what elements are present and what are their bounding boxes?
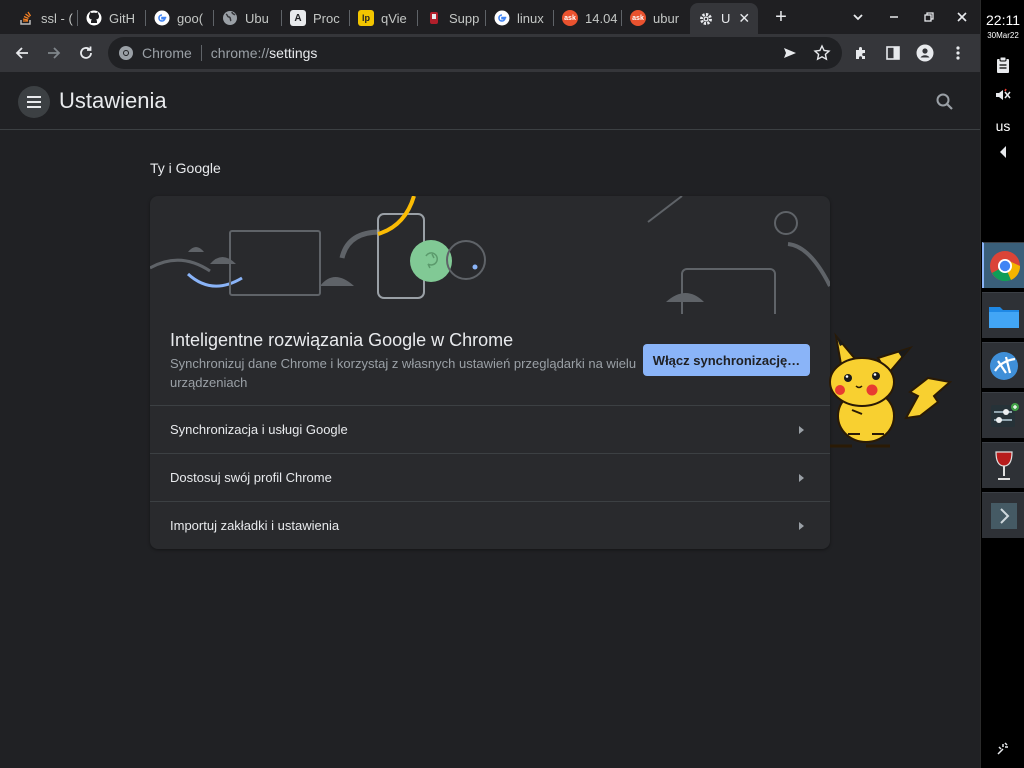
tab-github[interactable]: GitH bbox=[78, 4, 146, 32]
system-panel: 22:11 30Mar22 us bbox=[980, 0, 1024, 768]
more-menu-icon[interactable] bbox=[947, 42, 969, 64]
row-label: Importuj zakładki i ustawienia bbox=[170, 518, 340, 533]
sync-promo-title: Inteligentne rozwiązania Google w Chrome bbox=[170, 330, 514, 350]
hamburger-line bbox=[27, 106, 41, 108]
sync-promo-illustration bbox=[150, 196, 830, 314]
page-title: Ustawienia bbox=[59, 88, 167, 113]
hamburger-line bbox=[27, 96, 41, 98]
tab-support[interactable]: Supp bbox=[418, 4, 486, 32]
chrome-window: ssl - ( GitH goo( Ubu A Proc lp qVie Sup… bbox=[0, 0, 980, 768]
lp-icon: lp bbox=[358, 10, 374, 26]
document-icon bbox=[426, 10, 442, 26]
tab-strip: ssl - ( GitH goo( Ubu A Proc lp qVie Sup… bbox=[0, 0, 980, 34]
side-panel-icon[interactable] bbox=[882, 42, 904, 64]
tab-title: 14.04 bbox=[585, 10, 618, 26]
tab-title: GitH bbox=[109, 10, 135, 26]
turn-on-sync-button[interactable]: Włącz synchronizację… bbox=[643, 344, 810, 376]
arrow-right-icon bbox=[799, 522, 804, 530]
chrome-launcher-icon[interactable] bbox=[982, 242, 1024, 288]
letter-a-icon: A bbox=[290, 10, 306, 26]
askubuntu-icon: ask bbox=[630, 10, 646, 26]
restore-window-button[interactable] bbox=[918, 6, 940, 28]
tab-linux[interactable]: linux bbox=[486, 4, 554, 32]
tab-title: Ubu bbox=[245, 10, 269, 26]
close-window-button[interactable] bbox=[951, 6, 973, 28]
row-label: Dostosuj swój profil Chrome bbox=[170, 470, 332, 485]
tab-title: U bbox=[721, 11, 731, 26]
tab-title: ssl - ( bbox=[41, 10, 73, 26]
main-menu-button[interactable] bbox=[18, 86, 50, 118]
send-to-device-icon[interactable] bbox=[779, 42, 801, 64]
clipboard-icon[interactable] bbox=[991, 54, 1015, 76]
keyboard-layout-indicator[interactable]: us bbox=[981, 118, 1024, 134]
sync-promo-description: Synchronizuj dane Chrome i korzystaj z w… bbox=[170, 356, 637, 390]
tab-askubuntu-1404[interactable]: ask 14.04 bbox=[554, 4, 622, 32]
omnibox-divider bbox=[200, 45, 202, 61]
profile-avatar-icon[interactable] bbox=[914, 42, 936, 64]
tab-settings[interactable]: U ✕ bbox=[690, 3, 758, 34]
tab-title: ubur bbox=[653, 10, 680, 26]
row-label: Synchronizacja i usługi Google bbox=[170, 422, 348, 437]
tab-title: goo( bbox=[177, 10, 204, 26]
address-bar[interactable]: Chrome chrome:// settings bbox=[108, 37, 842, 69]
reload-button[interactable] bbox=[75, 42, 97, 64]
tab-title: qVie bbox=[381, 10, 407, 26]
settings-gear-icon bbox=[698, 11, 714, 27]
chrome-logo-icon bbox=[118, 45, 134, 61]
url-scheme: chrome:// bbox=[210, 45, 270, 61]
tab-ubuntu[interactable]: Ubu bbox=[214, 4, 282, 32]
arrow-right-icon bbox=[799, 426, 804, 434]
arrow-right-icon bbox=[799, 474, 804, 482]
settings-tweaks-launcher-icon[interactable] bbox=[982, 392, 1024, 438]
forward-button[interactable] bbox=[43, 42, 65, 64]
back-button[interactable] bbox=[11, 42, 33, 64]
extensions-puzzle-icon[interactable] bbox=[850, 42, 872, 64]
file-manager-launcher-icon[interactable] bbox=[982, 292, 1024, 338]
tab-qview[interactable]: lp qVie bbox=[350, 4, 418, 32]
row-sync-and-google-services[interactable]: Synchronizacja i usługi Google bbox=[150, 405, 830, 453]
browser-globe-launcher-icon[interactable] bbox=[982, 342, 1024, 388]
tab-title: Supp bbox=[449, 10, 480, 26]
clock-date: 30Mar22 bbox=[987, 31, 1019, 40]
new-tab-button[interactable]: + bbox=[770, 6, 792, 28]
tab-title: Proc bbox=[313, 10, 340, 26]
bookmark-star-icon[interactable] bbox=[811, 42, 833, 64]
expand-launcher-chevron-icon[interactable] bbox=[982, 492, 1024, 538]
github-icon bbox=[86, 10, 102, 26]
close-tab-icon[interactable]: ✕ bbox=[738, 10, 750, 27]
volume-muted-icon[interactable] bbox=[991, 84, 1015, 106]
section-title: Ty i Google bbox=[150, 160, 221, 176]
globe-icon bbox=[222, 10, 238, 26]
google-icon bbox=[494, 10, 510, 26]
url-host: settings bbox=[269, 45, 318, 61]
tab-title: linux bbox=[517, 10, 544, 26]
clock-time[interactable]: 22:11 bbox=[981, 12, 1024, 28]
collapse-arrow-icon[interactable] bbox=[991, 141, 1015, 163]
tab-search-chevron-icon[interactable] bbox=[847, 6, 869, 28]
accessibility-icon[interactable] bbox=[991, 738, 1015, 760]
wine-launcher-icon[interactable] bbox=[982, 442, 1024, 488]
hamburger-line bbox=[27, 101, 41, 103]
tab-proc[interactable]: A Proc bbox=[282, 4, 350, 32]
browser-toolbar: Chrome chrome:// settings bbox=[0, 34, 980, 72]
stackoverflow-icon bbox=[18, 10, 34, 26]
tab-ssl[interactable]: ssl - ( bbox=[10, 4, 78, 32]
minimize-window-button[interactable] bbox=[883, 6, 905, 28]
tab-google[interactable]: goo( bbox=[146, 4, 214, 32]
you-and-google-card: Inteligentne rozwiązania Google w Chrome… bbox=[150, 196, 830, 549]
row-import-bookmarks[interactable]: Importuj zakładki i ustawienia bbox=[150, 501, 830, 549]
tab-askubuntu-ubuntu[interactable]: ask ubur bbox=[622, 4, 690, 32]
row-customize-profile[interactable]: Dostosuj swój profil Chrome bbox=[150, 453, 830, 501]
pikachu-desktop-pet bbox=[829, 332, 952, 448]
search-icon[interactable] bbox=[934, 91, 956, 113]
settings-header: Ustawienia bbox=[0, 72, 980, 130]
google-icon bbox=[154, 10, 170, 26]
origin-chip: Chrome bbox=[142, 45, 192, 61]
askubuntu-icon: ask bbox=[562, 10, 578, 26]
